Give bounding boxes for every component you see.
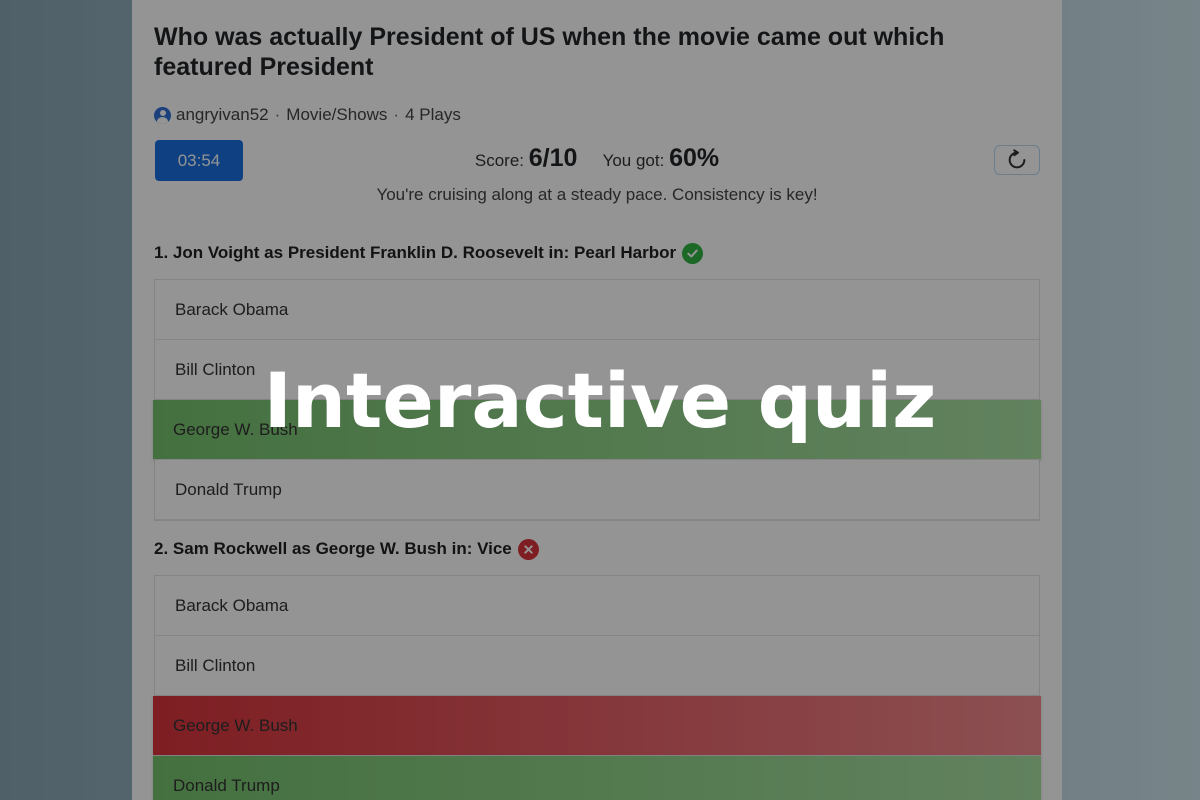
meta-separator: · [393,105,400,124]
score-value: 6/10 [528,144,578,172]
replay-button[interactable] [994,145,1040,175]
plays-count: 4 Plays [405,105,461,124]
check-circle-icon [682,242,704,264]
answer-option[interactable]: Bill Clinton [155,340,1039,400]
got-label: You got: [602,151,665,170]
quiz-meta: angryivan52 · Movie/Shows · 4 Plays [154,104,1040,126]
replay-icon [1008,149,1026,169]
author-link[interactable]: angryivan52 [176,105,269,125]
feedback-message: You're cruising along at a steady pace. … [376,185,818,204]
score-line: Score: 6/10 You got: 60% [154,144,1040,173]
question-1-answers: Barack Obama Bill Clinton George W. Bush… [153,279,1041,521]
question-1-text: 1. Jon Voight as President Franklin D. R… [154,241,1040,265]
answer-option-wrong[interactable]: George W. Bush [153,696,1041,756]
status-row: 03:54 Score: 6/10 You got: 60% [154,136,1040,181]
user-circle-icon [154,106,171,124]
answer-option[interactable]: Barack Obama [155,280,1039,340]
question-2-answers: Barack Obama Bill Clinton George W. Bush… [153,575,1041,800]
answer-option-correct[interactable]: George W. Bush [153,400,1041,460]
answer-option[interactable]: Donald Trump [155,460,1039,520]
quiz-page: Who was actually President of US when th… [132,0,1062,800]
question-2-text: 2. Sam Rockwell as George W. Bush in: Vi… [154,537,1040,561]
score-label: Score: [474,151,524,170]
got-value: 60% [669,144,720,172]
category-link[interactable]: Movie/Shows [286,105,387,125]
meta-separator: · [274,105,281,124]
answer-option[interactable]: Bill Clinton [155,636,1039,696]
x-circle-icon [517,538,539,560]
quiz-title: Who was actually President of US when th… [154,23,945,81]
answer-option-correct[interactable]: Donald Trump [153,756,1041,800]
question-1-label: 1. Jon Voight as President Franklin D. R… [154,243,677,262]
question-2-label: 2. Sam Rockwell as George W. Bush in: Vi… [154,539,512,558]
answer-option[interactable]: Barack Obama [155,576,1039,636]
